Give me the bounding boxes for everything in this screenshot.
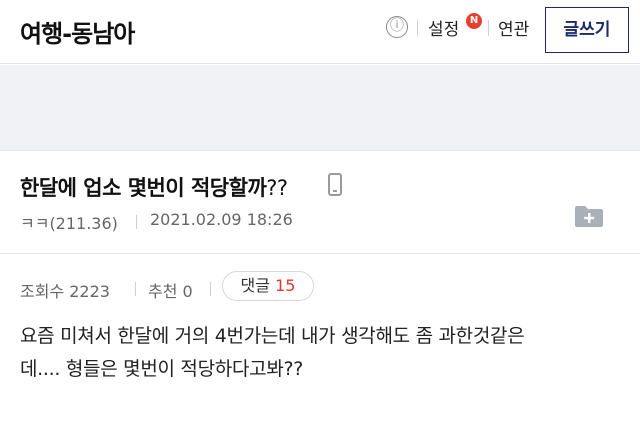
settings-button[interactable]: 설정 [428,15,459,40]
post-title-text: 한달에 업소 몇번이 적당할까 [20,176,267,200]
comments-label: 댓글 [240,276,270,295]
mobile-icon [328,173,342,196]
top-header: 여행-동남아 ⓘ 설정 N 연관 글쓰기 [0,0,640,64]
comments-count: 15 [275,276,296,295]
info-icon[interactable]: ⓘ [386,16,408,38]
view-count: 조회수 2223 [20,282,110,301]
post-title-suffix: ?? [266,176,288,200]
post-body-line: 데.... 형들은 몇번이 적당하다고봐?? [20,358,304,380]
meta-divider [136,215,137,229]
post-title: 한달에 업소 몇번이 적당할까?? [20,172,288,202]
new-badge: N [466,13,482,29]
banner-area [0,65,640,151]
post-author[interactable]: ㅋㅋ(211.36) [20,210,118,234]
comments-button[interactable]: 댓글 15 [222,271,314,301]
post-header: 한달에 업소 몇번이 적당할까?? ㅋㅋ(211.36) 2021.02.09 … [0,152,640,254]
write-button[interactable]: 글쓰기 [545,7,629,53]
header-divider [488,20,489,36]
related-button[interactable]: 연관 [498,15,529,40]
post-date: 2021.02.09 18:26 [150,210,293,229]
post-body: 요즘 미쳐서 한달에 거의 4번가는데 내가 생각해도 좀 과한것같은 데...… [20,320,630,386]
post-body-line: 요즘 미쳐서 한달에 거의 4번가는데 내가 생각해도 좀 과한것같은 [20,325,525,347]
folder-add-icon[interactable] [574,204,604,228]
recommend-count: 추천 0 [148,282,193,301]
header-divider [417,20,418,36]
post-stats: 조회수 2223 추천 0 댓글 15 [0,270,640,306]
stats-divider [210,282,211,296]
board-title[interactable]: 여행-동남아 [20,14,135,49]
stats-divider [135,282,136,296]
